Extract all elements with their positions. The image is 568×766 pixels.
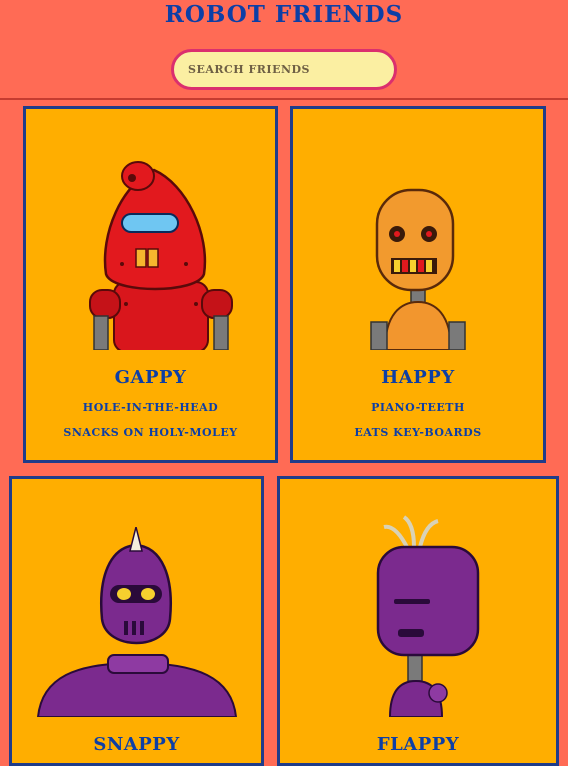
robot-name: FLAPPY — [376, 734, 460, 755]
robot-gappy-icon — [89, 161, 233, 350]
robot-card-gappy[interactable]: GAPPY HOLE-IN-THE-HEAD SNACKS ON HOLY-MO… — [23, 106, 278, 463]
page-title: ROBOT FRIENDS — [164, 1, 404, 28]
robot-card-flappy[interactable]: FLAPPY — [277, 476, 559, 766]
robot-happy-icon — [370, 188, 466, 350]
robot-food: EATS KEY-BOARDS — [354, 426, 482, 439]
robot-card-happy[interactable]: HAPPY PIANO-TEETH EATS KEY-BOARDS — [290, 106, 546, 463]
robot-name: SNAPPY — [93, 734, 180, 755]
robot-snappy-icon — [36, 527, 238, 717]
robot-name: GAPPY — [114, 367, 187, 388]
robot-card-snappy[interactable]: SNAPPY — [9, 476, 264, 766]
robot-flappy-icon — [376, 515, 480, 717]
header-divider — [0, 98, 568, 100]
robot-food: SNACKS ON HOLY-MOLEY — [63, 426, 238, 439]
robot-name: HAPPY — [381, 367, 455, 388]
search-box[interactable] — [171, 49, 397, 90]
robot-trait: HOLE-IN-THE-HEAD — [82, 401, 219, 414]
search-input[interactable] — [174, 52, 394, 87]
robot-trait: PIANO-TEETH — [371, 401, 465, 414]
